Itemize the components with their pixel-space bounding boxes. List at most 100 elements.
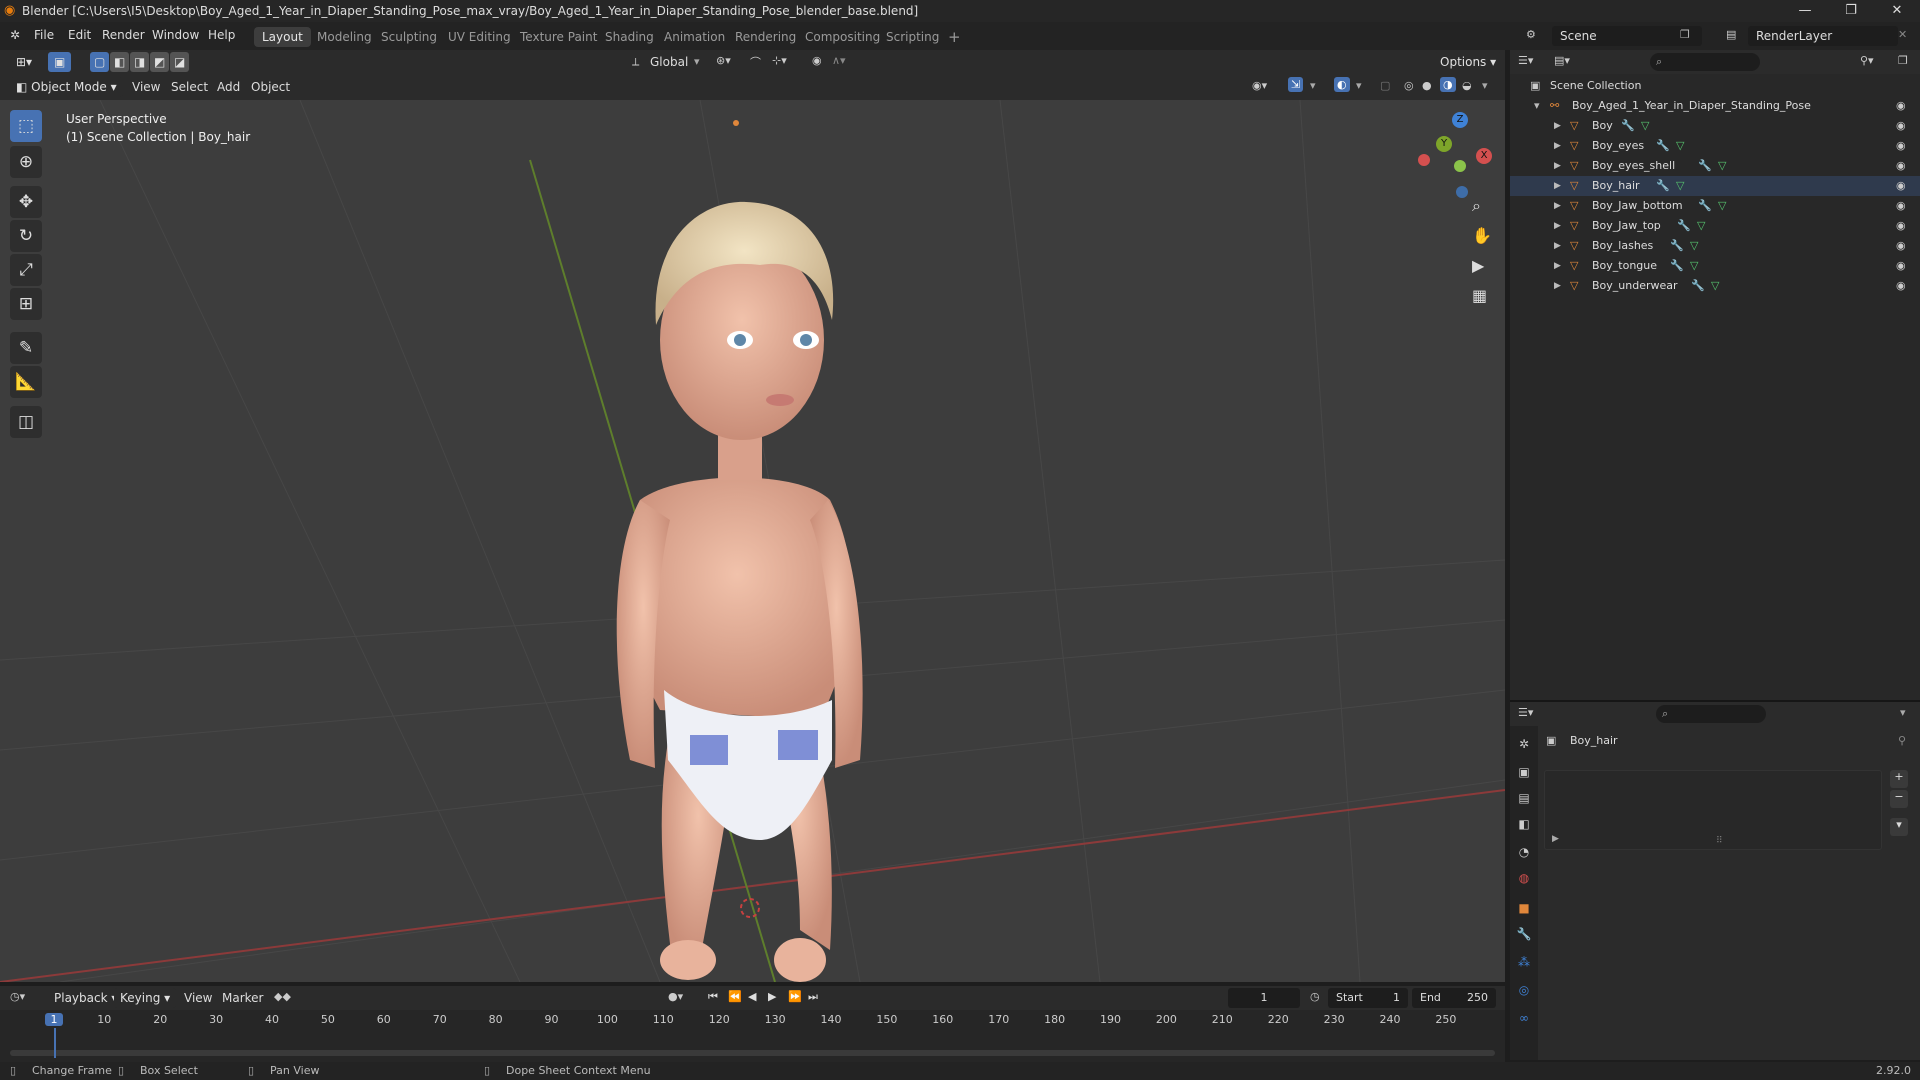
menu-select[interactable]: Select xyxy=(171,80,208,94)
gizmo-y-axis[interactable]: Y xyxy=(1436,136,1452,152)
gizmo-z-axis[interactable]: Z xyxy=(1452,112,1468,128)
visibility-eye-icon[interactable]: ◉ xyxy=(1896,96,1906,116)
tab-layout[interactable]: Layout xyxy=(254,27,311,47)
expand-arrow-icon[interactable]: ▶ xyxy=(1554,256,1561,276)
cursor-tool-icon[interactable]: ⊕ xyxy=(10,146,42,178)
select-mode-extend-icon[interactable]: ◧ xyxy=(110,52,130,72)
visibility-eye-icon[interactable]: ◉ xyxy=(1896,256,1906,276)
view-layer-tab-icon[interactable]: ◧ xyxy=(1514,814,1534,834)
prev-keyframe-icon[interactable]: ⏪ xyxy=(728,990,742,1003)
autokey-icon[interactable]: ●▾ xyxy=(668,990,683,1003)
blender-menu-icon[interactable]: ✲ xyxy=(10,28,20,42)
outliner-item-boy-eyes-shell[interactable]: ▶ ▽ Boy_eyes_shell 🔧 ▽ ◉ xyxy=(1510,156,1920,176)
properties-editor-type-icon[interactable]: ☰▾ xyxy=(1518,706,1533,719)
expand-arrow-icon[interactable]: ▶ xyxy=(1554,176,1561,196)
tab-scripting[interactable]: Scripting xyxy=(878,27,947,47)
menu-file[interactable]: File xyxy=(34,28,54,42)
visibility-eye-icon[interactable]: ◉ xyxy=(1896,236,1906,256)
tool-tab-icon[interactable]: ✲ xyxy=(1514,734,1534,754)
tab-uv-editing[interactable]: UV Editing xyxy=(440,27,519,47)
gizmo-chevron-icon[interactable]: ▾ xyxy=(1310,79,1316,92)
outliner-item-boy-jaw-top[interactable]: ▶ ▽ Boy_Jaw_top 🔧 ▽ ◉ xyxy=(1510,216,1920,236)
select-mode-invert-icon[interactable]: ◩ xyxy=(150,52,170,72)
falloff-icon[interactable]: ∧▾ xyxy=(832,54,846,67)
expand-arrow-icon[interactable]: ▾ xyxy=(1534,96,1540,116)
perspective-toggle-icon[interactable]: ▦ xyxy=(1472,286,1487,305)
camera-view-icon[interactable]: ▶ xyxy=(1472,256,1484,275)
physics-tab-icon[interactable]: ◎ xyxy=(1514,980,1534,1000)
add-cube-tool-icon[interactable]: ◫ xyxy=(10,406,42,438)
timeline-menu-marker[interactable]: Marker xyxy=(222,991,263,1005)
pin-icon[interactable]: ⚲ xyxy=(1898,734,1906,747)
menu-view[interactable]: View xyxy=(132,80,160,94)
rendered-shading-icon[interactable]: ◒ xyxy=(1462,79,1472,92)
tab-modeling[interactable]: Modeling xyxy=(309,27,380,47)
scale-tool-icon[interactable]: ⤢ xyxy=(10,254,42,286)
render-layer-field[interactable]: RenderLayer xyxy=(1748,26,1898,46)
tab-rendering[interactable]: Rendering xyxy=(727,27,804,47)
outliner-item-boy-tongue[interactable]: ▶ ▽ Boy_tongue 🔧 ▽ ◉ xyxy=(1510,256,1920,276)
menu-help[interactable]: Help xyxy=(208,28,235,42)
gizmo-neg-x[interactable] xyxy=(1418,154,1430,166)
expand-arrow-icon[interactable]: ▶ xyxy=(1554,116,1561,136)
overlay-toggle-icon[interactable]: ◐ xyxy=(1334,77,1350,92)
preview-range-icon[interactable]: ◷ xyxy=(1310,990,1320,1003)
select-mode-new-icon[interactable]: ▢ xyxy=(90,52,110,72)
new-scene-icon[interactable]: ❐ xyxy=(1680,28,1690,41)
menu-object[interactable]: Object xyxy=(251,80,290,94)
current-frame-field[interactable]: 1 xyxy=(1228,988,1300,1008)
expand-arrow-icon[interactable]: ▶ xyxy=(1554,136,1561,156)
maximize-button[interactable]: ❐ xyxy=(1828,0,1874,22)
add-workspace-button[interactable]: + xyxy=(940,27,969,47)
wireframe-shading-icon[interactable]: ◎ xyxy=(1404,79,1414,92)
filter-icon[interactable]: ⚲▾ xyxy=(1860,54,1874,67)
modifier-tab-icon[interactable]: 🔧 xyxy=(1514,924,1534,944)
shading-chevron-icon[interactable]: ▾ xyxy=(1482,79,1488,92)
properties-options-chevron-icon[interactable]: ▾ xyxy=(1900,706,1906,719)
gizmo-x-axis[interactable]: X xyxy=(1476,148,1492,164)
outliner-item-boy-lashes[interactable]: ▶ ▽ Boy_lashes 🔧 ▽ ◉ xyxy=(1510,236,1920,256)
tab-animation[interactable]: Animation xyxy=(656,27,733,47)
material-slot-list[interactable] xyxy=(1544,770,1882,850)
outliner-search-input[interactable]: ⌕ xyxy=(1650,53,1760,71)
play-reverse-icon[interactable]: ◀ xyxy=(748,990,756,1003)
menu-render[interactable]: Render xyxy=(102,28,145,42)
playback-dropdown[interactable]: Playback ▾ xyxy=(48,988,124,1008)
jump-start-icon[interactable]: ⏮ xyxy=(708,990,718,1004)
tab-shading[interactable]: Shading xyxy=(597,27,662,47)
gizmo-neg-y[interactable] xyxy=(1454,160,1466,172)
new-collection-icon[interactable]: ❐ xyxy=(1898,54,1908,67)
list-expand-icon[interactable]: ▶ xyxy=(1552,834,1559,844)
keying-dropdown[interactable]: Keying ▾ xyxy=(114,988,177,1008)
viewport-canvas[interactable] xyxy=(0,100,1505,982)
zoom-icon[interactable]: ⌕ xyxy=(1472,196,1481,216)
scene-selector-icon[interactable]: ⚙ xyxy=(1526,28,1536,41)
measure-tool-icon[interactable]: 📐 xyxy=(10,366,42,398)
start-frame-field[interactable]: Start 1 xyxy=(1328,988,1408,1008)
slot-menu-chevron-icon[interactable]: ▾ xyxy=(1890,818,1908,836)
expand-arrow-icon[interactable]: ▶ xyxy=(1554,216,1561,236)
overlay-chevron-icon[interactable]: ▾ xyxy=(1356,79,1362,92)
menu-add[interactable]: Add xyxy=(217,80,240,94)
output-tab-icon[interactable]: ▤ xyxy=(1514,788,1534,808)
visibility-eye-icon[interactable]: ◉ xyxy=(1896,136,1906,156)
list-resize-handle[interactable]: ⠿ xyxy=(1716,836,1723,846)
visibility-eye-icon[interactable]: ◉ xyxy=(1896,176,1906,196)
tab-texture-paint[interactable]: Texture Paint xyxy=(512,27,605,47)
object-tab-icon[interactable]: ■ xyxy=(1514,898,1534,918)
visibility-eye-icon[interactable]: ◉ xyxy=(1896,156,1906,176)
expand-arrow-icon[interactable]: ▶ xyxy=(1554,156,1561,176)
select-mode-subtract-icon[interactable]: ◨ xyxy=(130,52,150,72)
xray-icon[interactable]: ▢ xyxy=(1380,79,1390,92)
world-tab-icon[interactable]: ◍ xyxy=(1514,868,1534,888)
outliner-collection-row[interactable]: ▾ ⚯ Boy_Aged_1_Year_in_Diaper_Standing_P… xyxy=(1510,96,1920,116)
outliner-item-boy-underwear[interactable]: ▶ ▽ Boy_underwear 🔧 ▽ ◉ xyxy=(1510,276,1920,296)
snap-icon[interactable]: ⌒ xyxy=(750,54,761,70)
pivot-point-icon[interactable]: ⊛▾ xyxy=(716,54,731,67)
transform-tool-icon[interactable]: ⊞ xyxy=(10,288,42,320)
proportional-edit-icon[interactable]: ◉ xyxy=(812,54,822,67)
pan-hand-icon[interactable]: ✋ xyxy=(1472,226,1492,245)
outliner-scene-collection[interactable]: ▣ Scene Collection xyxy=(1510,76,1920,96)
menu-window[interactable]: Window xyxy=(152,28,199,42)
visibility-eye-icon[interactable]: ◉ xyxy=(1896,196,1906,216)
